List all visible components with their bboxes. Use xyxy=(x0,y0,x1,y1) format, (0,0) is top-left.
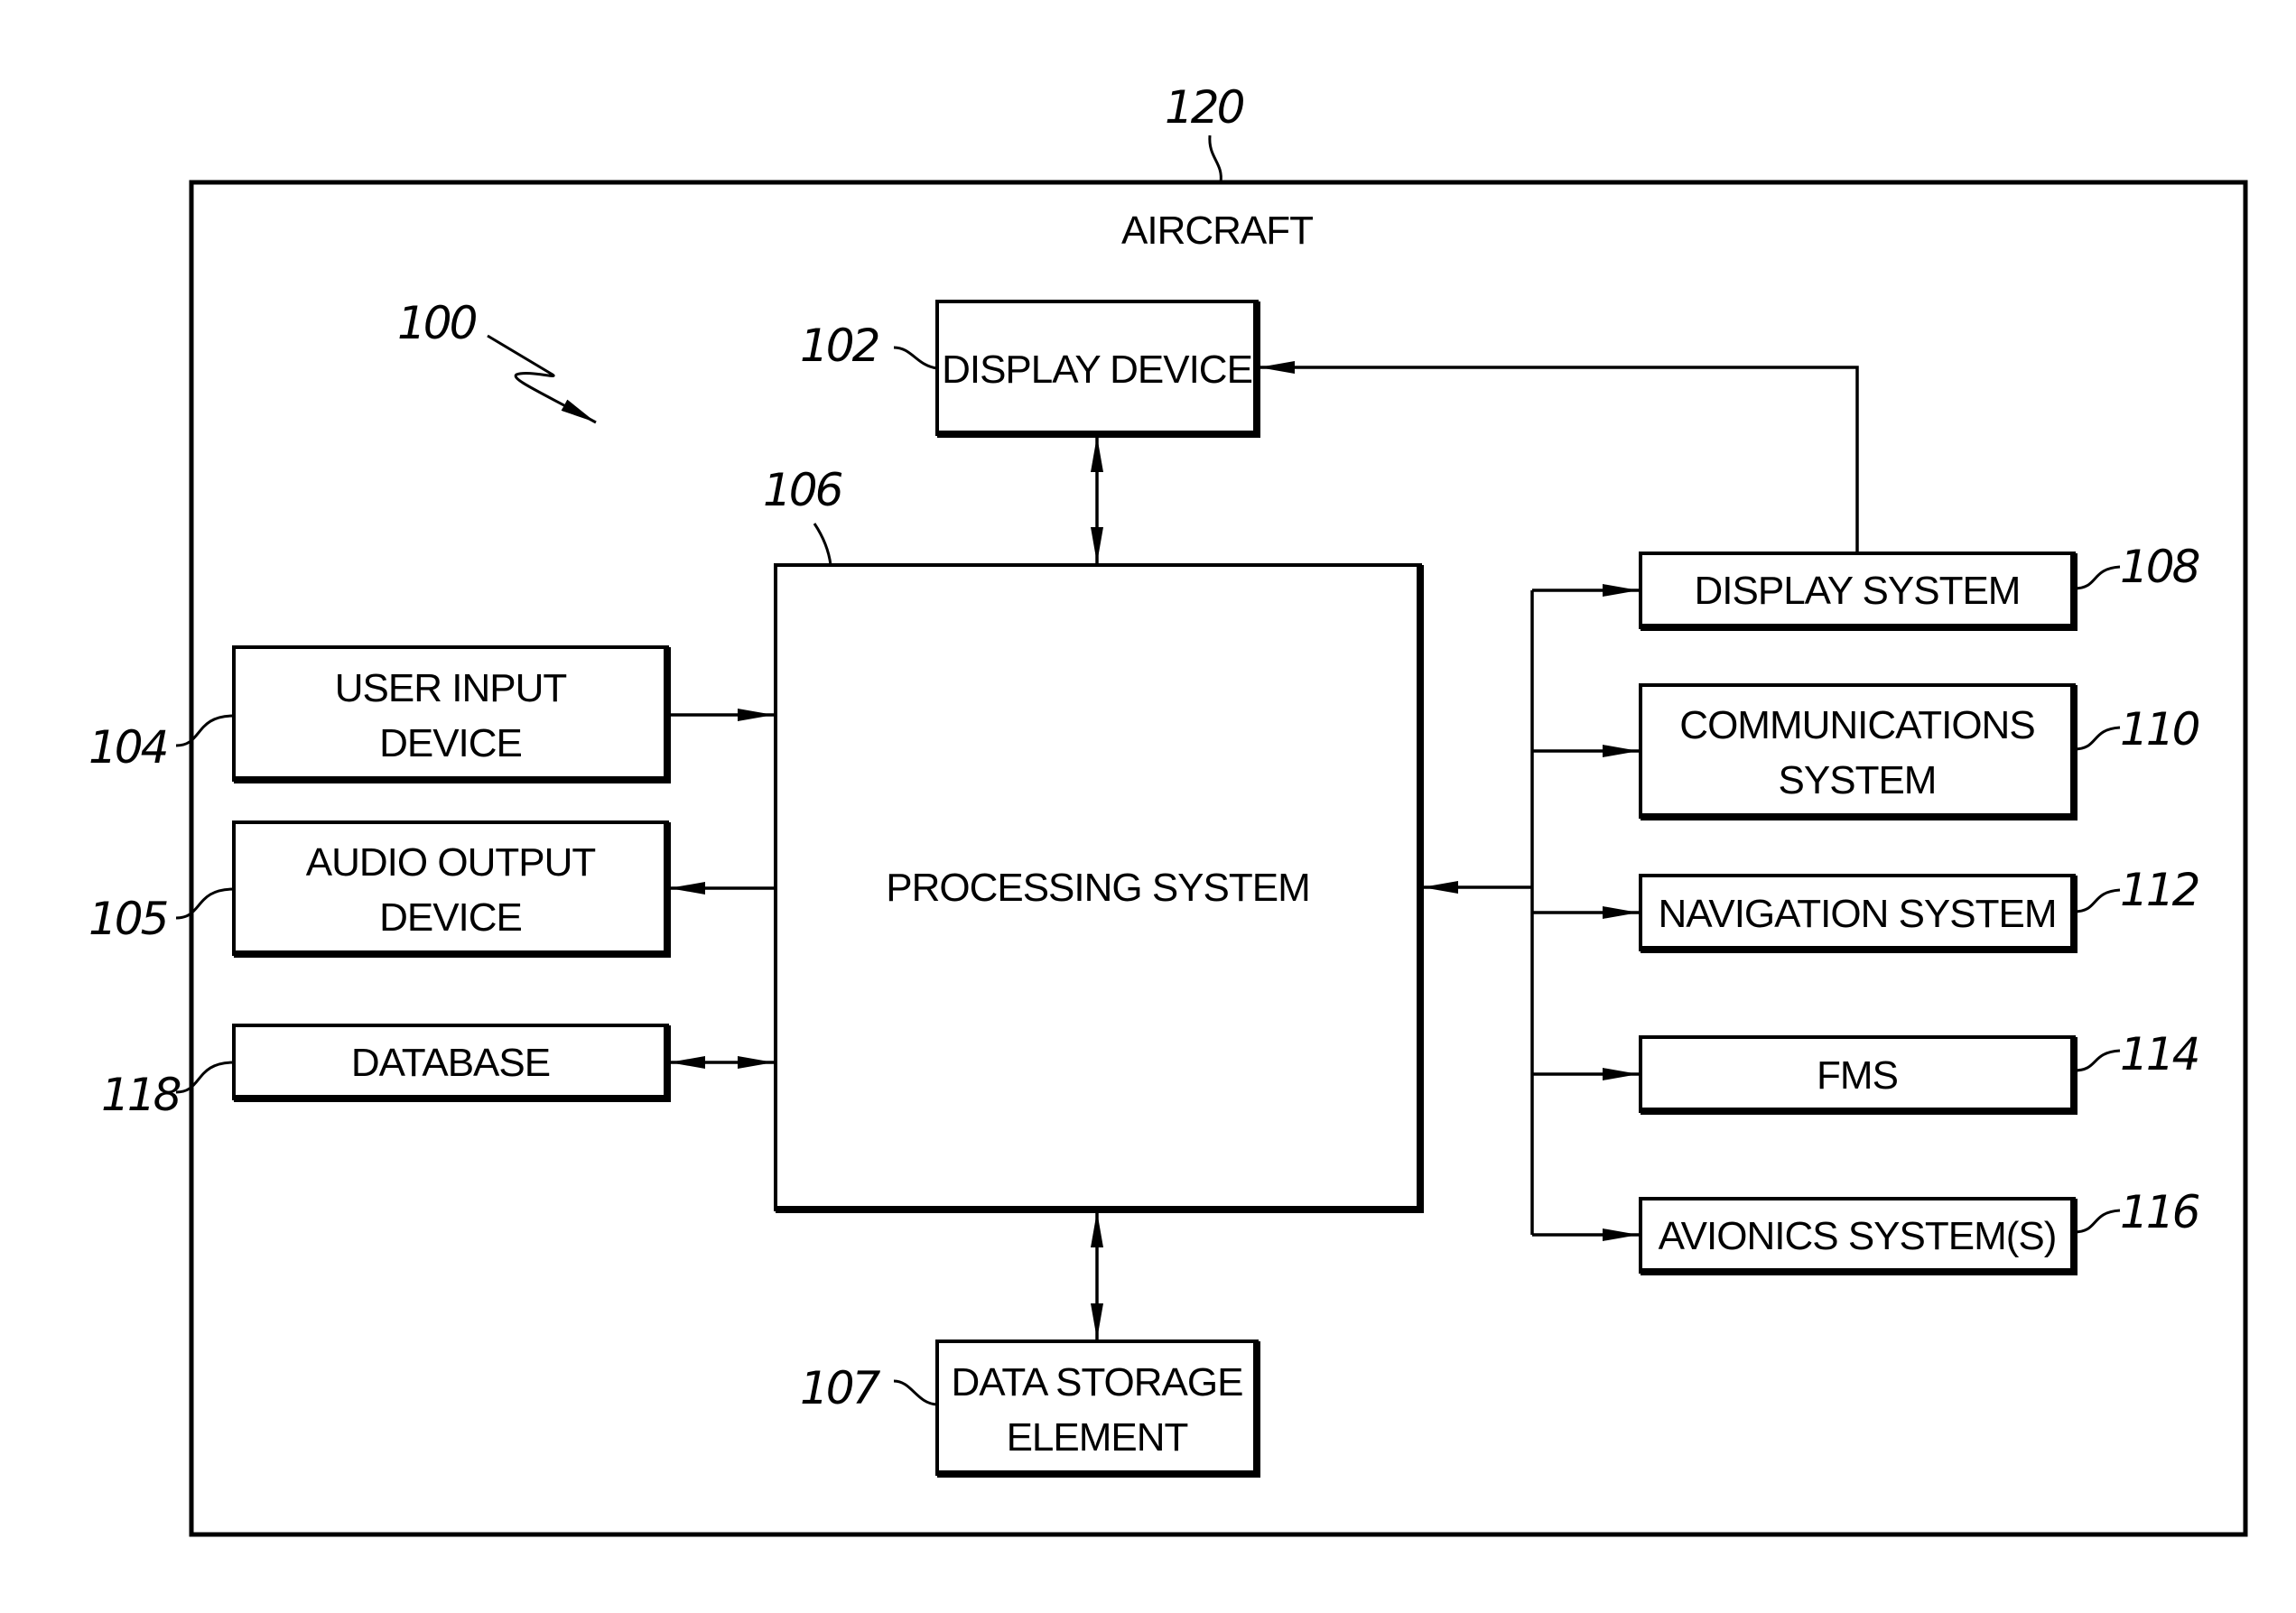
ref-114: 114 xyxy=(2120,1028,2198,1080)
block-database-label: DATABASE xyxy=(351,1041,550,1085)
block-audio-output-label-line2: DEVICE xyxy=(379,895,522,940)
ref-106: 106 xyxy=(763,464,842,516)
ref-118-leader xyxy=(175,1061,235,1094)
block-display-system: DISPLAY SYSTEM xyxy=(1639,552,2078,631)
block-user-input-device: USER INPUT DEVICE xyxy=(232,645,671,783)
ref-102: 102 xyxy=(800,320,878,372)
block-processing-system-label: PROCESSING SYSTEM xyxy=(886,866,1310,910)
block-fms: FMS xyxy=(1639,1035,2078,1115)
block-avionics-systems: AVIONICS SYSTEM(S) xyxy=(1639,1197,2078,1275)
ref-114-leader xyxy=(2073,1049,2121,1072)
ref-116-leader xyxy=(2073,1209,2121,1234)
block-navigation-label: NAVIGATION SYSTEM xyxy=(1659,892,2057,936)
block-navigation-system: NAVIGATION SYSTEM xyxy=(1639,874,2078,953)
ref-118: 118 xyxy=(101,1069,181,1121)
ref-104-leader xyxy=(175,714,235,747)
block-user-input-label-line1: USER INPUT xyxy=(335,666,567,710)
ref-100: 100 xyxy=(397,297,477,349)
ref-108-leader xyxy=(2073,565,2121,590)
block-avionics-label: AVIONICS SYSTEM(S) xyxy=(1659,1214,2057,1258)
block-data-storage-label-line1: DATA STORAGE xyxy=(952,1360,1243,1404)
ref-110-leader xyxy=(2073,726,2121,751)
ref-102-leader xyxy=(893,346,938,370)
block-display-device: DISPLAY DEVICE xyxy=(935,300,1260,438)
block-data-storage-label-line2: ELEMENT xyxy=(1007,1415,1188,1460)
block-communications-label-line1: COMMUNICATIONS xyxy=(1679,703,2034,747)
ref-104: 104 xyxy=(88,721,167,774)
arrow-display-system-to-display-device xyxy=(1259,361,1859,553)
block-fms-label: FMS xyxy=(1817,1053,1898,1098)
block-audio-output-device: AUDIO OUTPUT DEVICE xyxy=(232,820,671,958)
ref-116: 116 xyxy=(2120,1186,2199,1238)
ref-107-leader xyxy=(893,1379,938,1406)
block-diagram: 120 AIRCRAFT 100 DISPLAY DEVICE 102 PROC… xyxy=(88,81,2248,1537)
ref-105-leader xyxy=(175,887,235,920)
block-display-device-label: DISPLAY DEVICE xyxy=(942,348,1252,392)
block-data-storage-element: DATA STORAGE ELEMENT xyxy=(935,1340,1260,1478)
block-audio-output-label-line1: AUDIO OUTPUT xyxy=(306,840,596,885)
ref-106-leader xyxy=(813,523,832,566)
aircraft-title: AIRCRAFT xyxy=(1121,209,1313,253)
system-100-arrow xyxy=(487,334,597,424)
block-display-system-label: DISPLAY SYSTEM xyxy=(1695,569,2021,613)
block-user-input-label-line2: DEVICE xyxy=(379,721,522,765)
ref-110: 110 xyxy=(2120,703,2199,756)
block-processing-system: PROCESSING SYSTEM xyxy=(774,563,1424,1213)
block-communications-system: COMMUNICATIONS SYSTEM xyxy=(1639,683,2078,820)
block-database: DATABASE xyxy=(232,1024,671,1102)
ref-112: 112 xyxy=(2120,864,2198,916)
ref-112-leader xyxy=(2073,888,2121,913)
ref-108: 108 xyxy=(2120,541,2199,593)
ref-120: 120 xyxy=(1165,81,1244,134)
ref-105: 105 xyxy=(88,893,168,945)
ref-120-leader xyxy=(1208,134,1222,183)
block-communications-label-line2: SYSTEM xyxy=(1779,758,1937,802)
ref-107: 107 xyxy=(800,1362,881,1414)
